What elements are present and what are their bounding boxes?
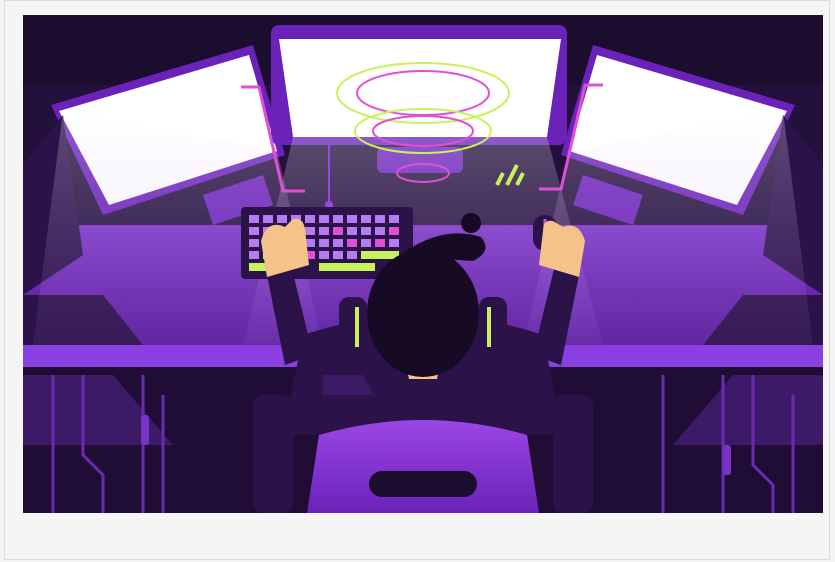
illustration-frame bbox=[23, 15, 823, 513]
gamer-illustration bbox=[23, 15, 823, 513]
image-card bbox=[4, 0, 830, 560]
